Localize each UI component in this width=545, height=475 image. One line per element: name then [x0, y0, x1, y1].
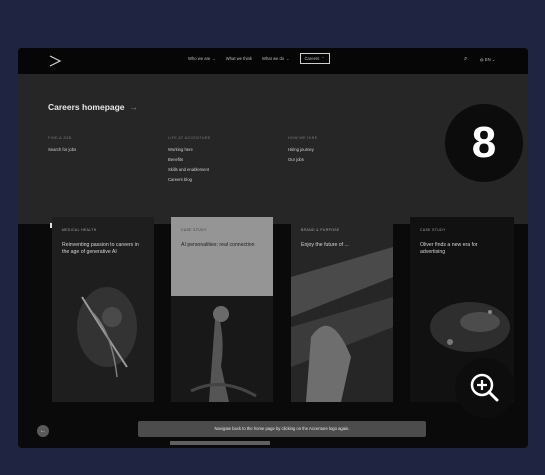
column-heading: FIND A JOB	[48, 136, 72, 140]
card-title: Reinventing passion to careers in the ag…	[62, 242, 139, 255]
link-our-jobs[interactable]: Our jobs	[288, 157, 318, 162]
card-title: Oliver finds a new era for advertising	[420, 242, 478, 255]
card-tag: CASE STUDY	[420, 228, 446, 232]
careers-dropdown-menu: Careers homepage → FIND A JOB Search for …	[18, 74, 528, 224]
content-card[interactable]: MEDICAL HEALTH Reinventing passion to ca…	[52, 217, 154, 402]
nav-what-we-think[interactable]: What we think	[226, 56, 252, 64]
search-icon[interactable]: ⌕	[464, 56, 467, 63]
chevron-down-icon: ⌄	[286, 56, 290, 61]
card-title: Enjoy the future of ...	[301, 242, 349, 248]
column-heading: HOW WE HIRE	[288, 136, 318, 140]
carousel-progress-bar[interactable]	[170, 441, 270, 445]
nav-what-we-do[interactable]: What we do ⌄	[262, 56, 289, 64]
content-card[interactable]: BRAND & PURPOSE Enjoy the future of ...	[291, 217, 393, 402]
link-benefits[interactable]: Benefits	[168, 157, 211, 162]
card-tag: BRAND & PURPOSE	[301, 228, 340, 232]
link-search-for-jobs[interactable]: Search for jobs	[48, 147, 76, 152]
careers-homepage-link[interactable]: Careers homepage →	[48, 102, 138, 112]
link-hiring-journey[interactable]: Hiring journey	[288, 147, 318, 152]
arrow-right-icon: →	[129, 102, 139, 112]
step-number-badge: 8	[445, 104, 523, 182]
link-working-here[interactable]: Working here	[168, 147, 211, 152]
chevron-down-icon: ⌄	[212, 56, 216, 61]
zoom-in-button[interactable]	[455, 358, 515, 418]
zoom-in-icon	[470, 373, 499, 402]
nav-careers[interactable]: Careers ⌃	[299, 53, 330, 64]
top-navigation-bar: Who we are ⌄ What we think What we do ⌄ Ca…	[18, 48, 528, 74]
back-button[interactable]: ←	[37, 425, 49, 437]
card-title: AI personalities: real connection	[181, 242, 255, 248]
card-tag: CASE STUDY	[181, 228, 207, 232]
main-nav: Who we are ⌄ What we think What we do ⌄ Ca…	[188, 53, 330, 64]
instruction-tooltip: Navigate back to the home page by clicki…	[138, 421, 426, 437]
chevron-up-icon: ⌃	[321, 56, 325, 61]
figure-portrait-photo	[171, 296, 273, 402]
column-heading: LIFE AT ACCENTURE	[168, 136, 211, 140]
column-find-a-job: FIND A JOB Search for jobs	[48, 136, 76, 157]
link-careers-blog[interactable]: Careers blog	[168, 177, 211, 182]
link-skills[interactable]: Skills and enablement	[168, 167, 211, 172]
content-card[interactable]: CASE STUDY AI personalities: real connec…	[171, 217, 273, 402]
nav-who-we-are[interactable]: Who we are ⌄	[188, 56, 216, 64]
accenture-logo-icon[interactable]	[48, 55, 62, 67]
language-selector[interactable]: ◍ EN ⌄	[480, 57, 495, 62]
card-tag: MEDICAL HEALTH	[62, 228, 97, 232]
column-how-we-hire: HOW WE HIRE Hiring journey Our jobs	[288, 136, 318, 167]
column-life-at-accenture: LIFE AT ACCENTURE Working here Benefits …	[168, 136, 211, 187]
